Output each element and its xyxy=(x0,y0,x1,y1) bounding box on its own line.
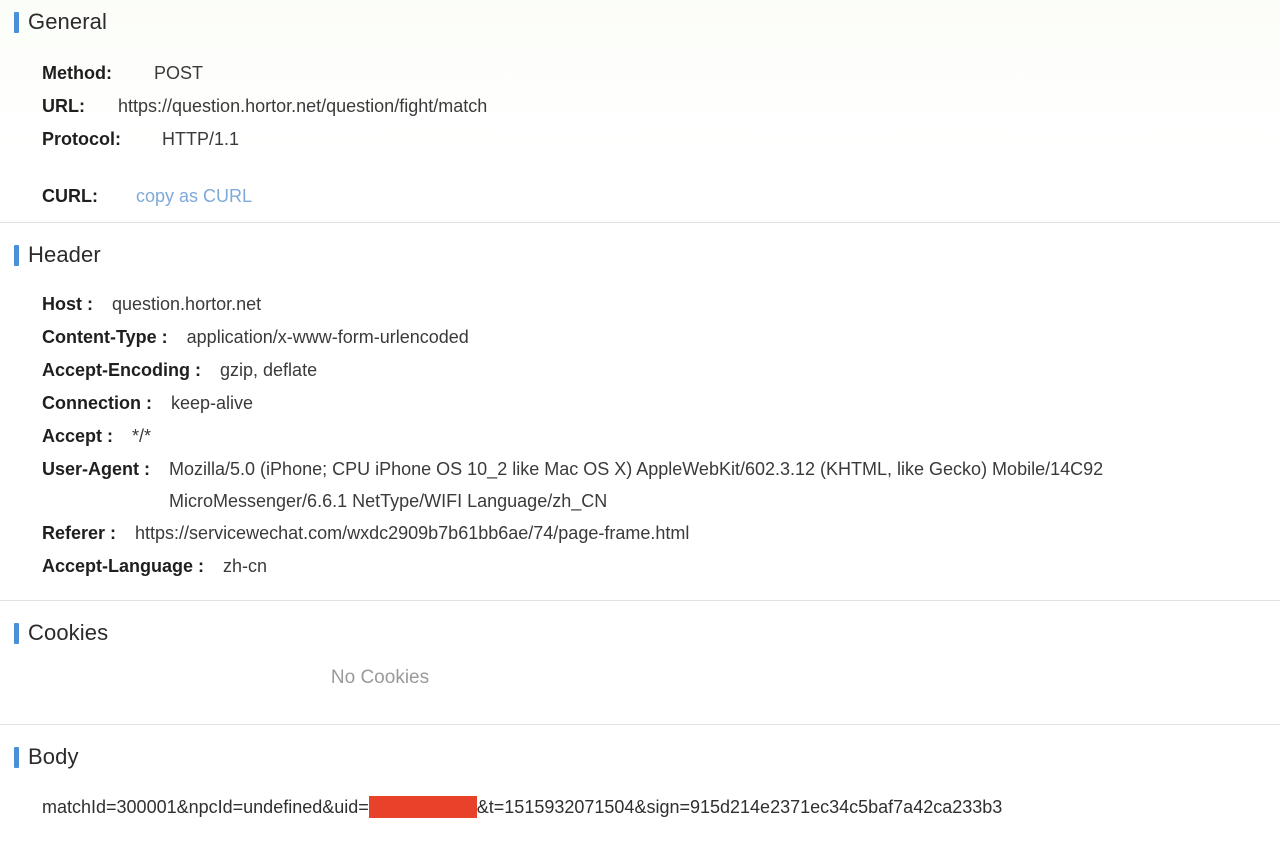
request-detail-page: General Method: POST URL: https://questi… xyxy=(0,0,1280,841)
header-row-accept-label: Accept : xyxy=(42,426,114,446)
section-accent-bar-icon xyxy=(14,622,19,644)
header-row-accept-value: */* xyxy=(132,426,152,446)
header-row-connection-value: keep-alive xyxy=(171,393,254,413)
divider-header-cookies xyxy=(0,600,1280,601)
general-row-protocol-value: HTTP/1.1 xyxy=(162,129,240,149)
header-field-list: Host : question.hortor.net Content-Type … xyxy=(0,288,1280,583)
header-row-accept-language-label: Accept-Language : xyxy=(42,556,205,576)
general-row-protocol: Protocol: HTTP/1.1 xyxy=(42,123,1280,156)
header-row-connection-label: Connection : xyxy=(42,393,152,413)
header-row-connection: Connection : keep-alive xyxy=(42,387,1280,420)
header-row-host-label: Host : xyxy=(42,294,93,314)
header-row-accept-language: Accept-Language : zh-cn xyxy=(42,550,1280,583)
cookies-section: Cookies xyxy=(0,622,1280,644)
header-row-accept: Accept : */* xyxy=(42,420,1280,453)
redacted-uid-block xyxy=(368,796,477,818)
body-payload-row: matchId=300001&npcId=undefined&uid= &t=1… xyxy=(0,793,1280,821)
copy-as-curl-link[interactable]: copy as CURL xyxy=(136,180,252,213)
general-row-method-value: POST xyxy=(154,63,204,83)
header-row-accept-encoding-label: Accept-Encoding : xyxy=(42,360,202,380)
header-row-accept-encoding: Accept-Encoding : gzip, deflate xyxy=(42,354,1280,387)
body-section-title: Body xyxy=(28,744,79,769)
divider-cookies-body xyxy=(0,724,1280,725)
cookies-section-header: Cookies xyxy=(0,622,1280,644)
header-row-referer: Referer : https://servicewechat.com/wxdc… xyxy=(42,517,1280,550)
body-section-header: Body xyxy=(0,746,1280,768)
header-row-host-value: question.hortor.net xyxy=(112,294,262,314)
general-row-method: Method: POST xyxy=(42,57,1280,90)
general-row-method-label: Method: xyxy=(42,63,112,83)
cookies-empty-state: No Cookies xyxy=(330,667,430,688)
section-accent-bar-icon xyxy=(14,11,19,33)
header-row-content-type-value: application/x-www-form-urlencoded xyxy=(186,327,469,347)
header-section-title: Header xyxy=(28,242,101,267)
header-row-host: Host : question.hortor.net xyxy=(42,288,1280,321)
general-row-protocol-label: Protocol: xyxy=(42,129,121,149)
header-row-user-agent: User-Agent : Mozilla/5.0 (iPhone; CPU iP… xyxy=(42,453,1280,517)
general-section-title: General xyxy=(28,9,107,34)
header-row-user-agent-label: User-Agent : xyxy=(42,459,151,479)
general-field-list: Method: POST URL: https://question.horto… xyxy=(0,57,1280,213)
section-accent-bar-icon xyxy=(14,244,19,266)
cookies-section-title: Cookies xyxy=(28,620,109,645)
header-section: Header xyxy=(0,244,1280,266)
body-payload-suffix: &t=1515932071504&sign=915d214e2371ec34c5… xyxy=(476,797,1003,817)
body-payload-prefix: matchId=300001&npcId=undefined&uid= xyxy=(42,797,369,817)
body-section: Body xyxy=(0,746,1280,768)
divider-general-header xyxy=(0,222,1280,223)
header-row-referer-label: Referer : xyxy=(42,523,117,543)
general-spacer xyxy=(42,156,1280,180)
general-row-url: URL: https://question.hortor.net/questio… xyxy=(42,90,1280,123)
header-section-header: Header xyxy=(0,244,1280,266)
general-section-header: General xyxy=(0,11,1280,33)
header-row-user-agent-value: Mozilla/5.0 (iPhone; CPU iPhone OS 10_2 … xyxy=(169,459,1104,511)
general-row-url-label: URL: xyxy=(42,96,85,116)
header-row-content-type: Content-Type : application/x-www-form-ur… xyxy=(42,321,1280,354)
general-row-url-value: https://question.hortor.net/question/fig… xyxy=(118,96,488,116)
general-row-curl-label: CURL: xyxy=(42,186,98,206)
header-row-content-type-label: Content-Type : xyxy=(42,327,168,347)
general-section: General xyxy=(0,11,1280,33)
header-row-referer-value: https://servicewechat.com/wxdc2909b7b61b… xyxy=(135,523,690,543)
general-row-curl: CURL: copy as CURL xyxy=(42,180,1280,213)
header-row-accept-language-value: zh-cn xyxy=(223,556,268,576)
section-accent-bar-icon xyxy=(14,746,19,768)
header-row-accept-encoding-value: gzip, deflate xyxy=(220,360,318,380)
